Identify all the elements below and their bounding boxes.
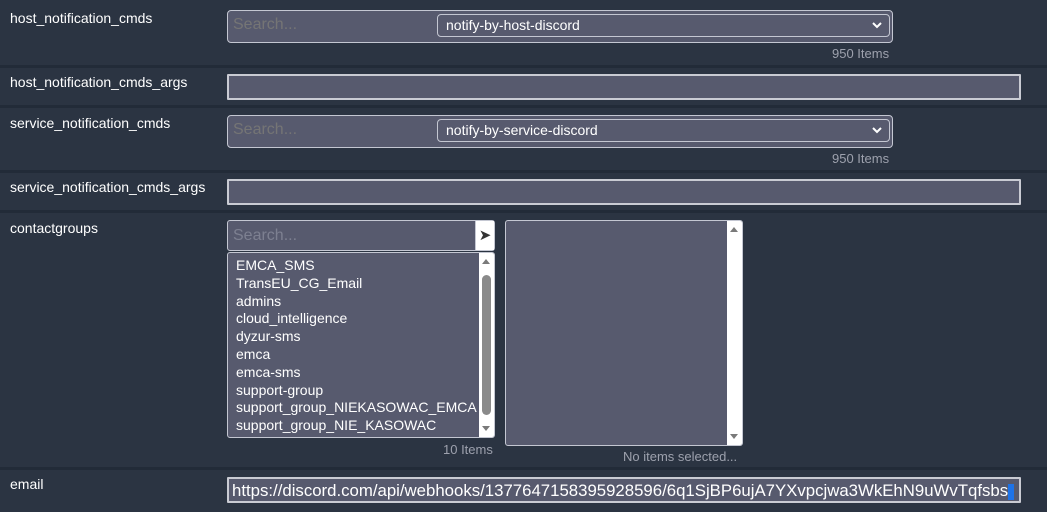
arrow-right-icon[interactable]: ➤ <box>475 221 494 250</box>
row-service-notification-cmds-args: service_notification_cmds_args <box>0 173 1047 210</box>
contactgroups-label: contactgroups <box>10 220 98 236</box>
contactgroups-selected-list[interactable] <box>505 220 743 446</box>
contactgroups-search-placeholder: Search... <box>233 227 298 244</box>
service-cmds-selected-value: notify-by-service-discord <box>446 122 598 138</box>
contactgroups-selected-summary: No items selected... <box>623 449 738 464</box>
host-cmds-search-input[interactable] <box>233 16 423 34</box>
chevron-down-icon <box>872 127 882 134</box>
service-notification-cmds-label: service_notification_cmds <box>10 115 171 131</box>
scroll-down-icon[interactable] <box>482 426 490 431</box>
scroll-up-icon[interactable] <box>730 227 738 232</box>
host-cmds-args-input[interactable] <box>227 74 1021 100</box>
selected-scrollbar[interactable] <box>727 221 742 445</box>
list-scrollbar[interactable] <box>479 253 494 437</box>
list-item[interactable]: support_group_NIE_KASOWAC <box>236 417 477 435</box>
list-item[interactable]: EMCA_SMS <box>236 257 477 275</box>
host-notification-cmds-args-label: host_notification_cmds_args <box>10 74 188 90</box>
contactgroups-available-count: 10 Items <box>443 442 493 457</box>
email-input[interactable]: https://discord.com/api/webhooks/1377647… <box>227 477 1021 503</box>
scroll-thumb[interactable] <box>482 275 491 415</box>
list-item[interactable]: support_group_NIEKASOWAC_EMCA <box>236 399 477 417</box>
service-notification-cmds-args-label: service_notification_cmds_args <box>10 179 206 195</box>
list-item[interactable]: emca-sms <box>236 364 477 382</box>
scroll-down-icon[interactable] <box>730 434 738 439</box>
row-host-notification-cmds-args: host_notification_cmds_args <box>0 68 1047 105</box>
service-cmds-search-input[interactable] <box>233 121 423 139</box>
contactgroups-available-list[interactable]: EMCA_SMS TransEU_CG_Email admins cloud_inte… <box>227 252 495 438</box>
service-cmds-select[interactable]: notify-by-service-discord <box>437 119 890 142</box>
list-item[interactable]: emca <box>236 346 477 364</box>
email-label: email <box>10 476 44 492</box>
host-cmds-count: 950 Items <box>832 46 890 61</box>
host-cmds-widget: notify-by-host-discord <box>227 10 893 43</box>
text-cursor <box>1008 483 1015 500</box>
list-item[interactable]: dyzur-sms <box>236 328 477 346</box>
email-value: https://discord.com/api/webhooks/1377647… <box>232 481 1009 500</box>
list-item[interactable]: admins <box>236 293 477 311</box>
host-notification-cmds-label: host_notification_cmds <box>10 10 153 26</box>
service-cmds-count: 950 Items <box>832 151 890 166</box>
contactgroups-list-items: EMCA_SMS TransEU_CG_Email admins cloud_inte… <box>236 257 477 435</box>
chevron-down-icon <box>872 22 882 29</box>
list-item[interactable]: support-group <box>236 382 477 400</box>
scroll-up-icon[interactable] <box>482 259 490 264</box>
service-cmds-args-input[interactable] <box>227 179 1021 205</box>
host-cmds-select[interactable]: notify-by-host-discord <box>437 14 890 37</box>
service-cmds-widget: notify-by-service-discord <box>227 115 893 148</box>
row-service-notification-cmds: service_notification_cmds notify-by-serv… <box>0 108 1047 170</box>
list-item[interactable]: cloud_intelligence <box>236 310 477 328</box>
row-host-notification-cmds: host_notification_cmds notify-by-host-di… <box>0 0 1047 65</box>
host-cmds-selected-value: notify-by-host-discord <box>446 17 580 33</box>
list-item[interactable]: TransEU_CG_Email <box>236 275 477 293</box>
contactgroups-search[interactable]: Search... ➤ <box>227 220 495 251</box>
